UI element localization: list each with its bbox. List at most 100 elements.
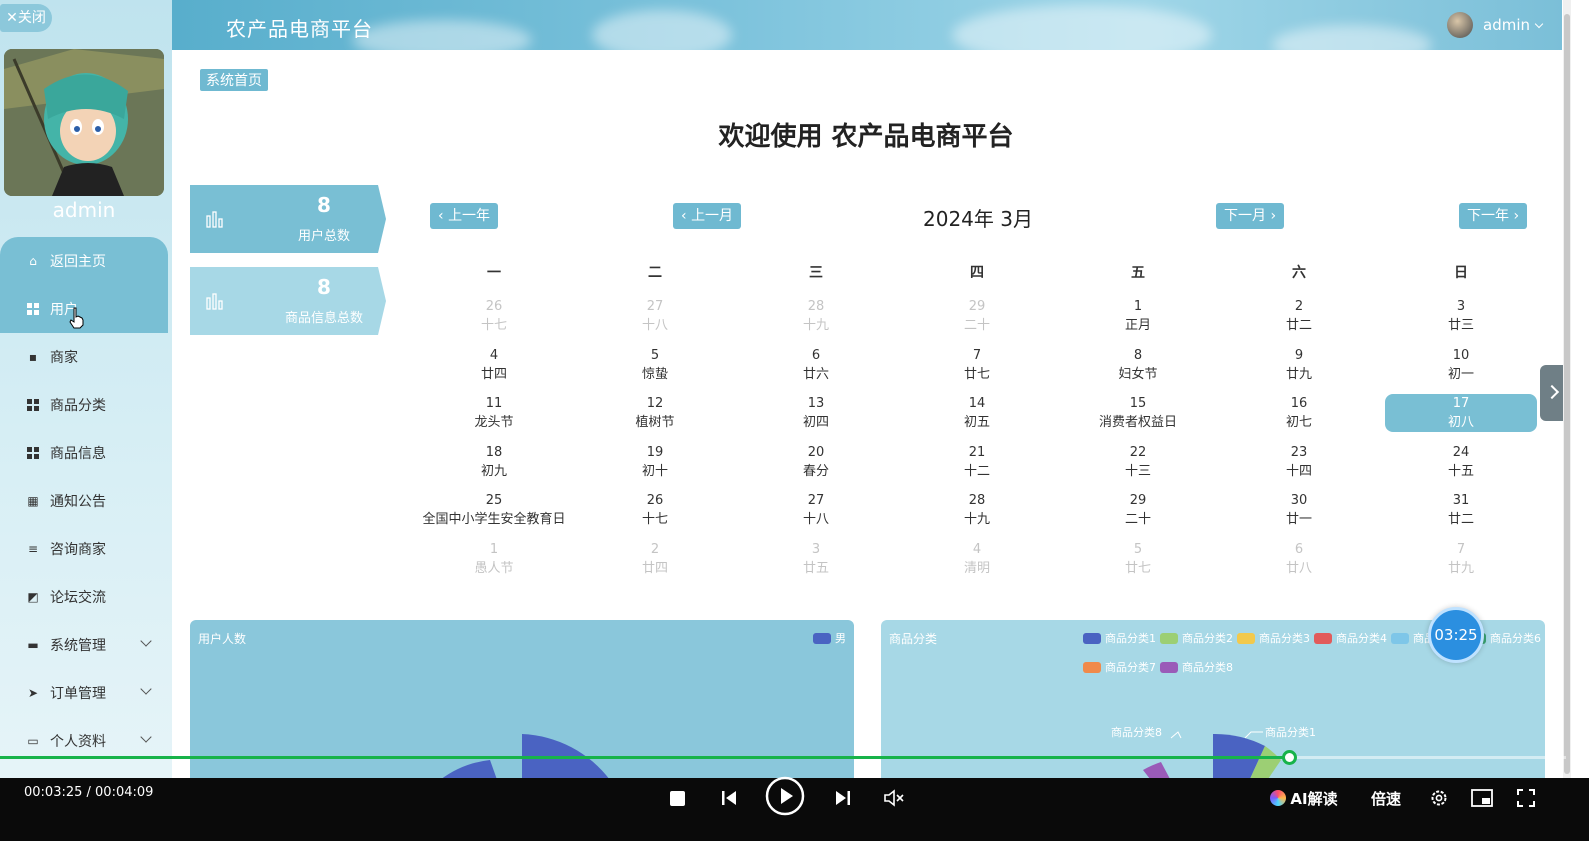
menu-item-users[interactable]: 用户 <box>0 285 168 333</box>
video-time: 00:03:25 / 00:04:09 <box>24 785 154 800</box>
chevron-down-icon <box>140 635 152 647</box>
timer-bubble[interactable]: 03:25 <box>1428 607 1484 663</box>
sidebar-menu: ⌂ 返回主页 用户 ▪ 商家 商品分类 商品信息 ▦ 通知公告 ≡ 咨询商家 ◩… <box>0 237 168 765</box>
next-month-button[interactable]: 下一月 › <box>1216 203 1285 229</box>
menu-item-merchants[interactable]: ▪ 商家 <box>0 333 168 381</box>
pie-slice[interactable] <box>522 734 610 784</box>
calendar-day[interactable]: 18 初九 <box>418 443 570 481</box>
calendar-day[interactable]: 29 二十 <box>901 297 1053 335</box>
breadcrumb[interactable]: 系统首页 <box>200 69 268 91</box>
next-month-label: 下一月 <box>1224 208 1266 224</box>
calendar-day[interactable]: 2 廿二 <box>1223 297 1375 335</box>
weekday-header: 一 <box>487 265 501 281</box>
calendar-day[interactable]: 6 廿六 <box>740 346 892 384</box>
prev-month-button[interactable]: ‹ 上一月 <box>673 203 742 229</box>
calendar-day[interactable]: 7 廿七 <box>901 346 1053 384</box>
calendar-day[interactable]: 14 初五 <box>901 394 1053 432</box>
calendar-day[interactable]: 13 初四 <box>740 394 892 432</box>
lunar-label: 廿九 <box>1285 366 1312 382</box>
calendar-day[interactable]: 22 十三 <box>1062 443 1214 481</box>
prev-month-label: 上一月 <box>691 208 734 224</box>
menu-item-products[interactable]: 商品信息 <box>0 429 168 477</box>
menu-item-consult[interactable]: ≡ 咨询商家 <box>0 525 168 573</box>
lunar-label: 十二 <box>963 463 990 479</box>
calendar-day[interactable]: 16 初七 <box>1223 394 1375 432</box>
calendar-day[interactable]: 3 廿五 <box>740 540 892 578</box>
lunar-label: 二十 <box>1124 512 1151 527</box>
calendar-day[interactable]: 31 廿二 <box>1385 491 1537 529</box>
day-number: 2 <box>1294 299 1304 314</box>
menu-item-system[interactable]: ▬ 系统管理 <box>0 621 168 669</box>
lunar-label: 清明 <box>963 560 990 576</box>
mute-button[interactable] <box>882 786 906 810</box>
calendar-day[interactable]: 19 初十 <box>579 443 731 481</box>
play-icon <box>765 776 805 816</box>
calendar-day[interactable]: 24 十五 <box>1385 443 1537 481</box>
close-sidebar-button[interactable]: ✕关闭 <box>0 4 52 32</box>
day-number: 22 <box>1129 444 1147 460</box>
calendar-day[interactable]: 29 二十 <box>1062 491 1214 529</box>
user-menu[interactable]: admin <box>1447 12 1544 38</box>
scrollbar-thumb[interactable] <box>1564 14 1570 774</box>
lunar-label: 十八 <box>641 318 668 333</box>
play-button[interactable] <box>765 776 805 816</box>
calendar-day[interactable]: 17 初八 <box>1385 394 1537 432</box>
calendar-day[interactable]: 23 十四 <box>1223 443 1375 481</box>
calendar-day[interactable]: 10 初一 <box>1385 346 1537 384</box>
menu-item-orders[interactable]: ➤ 订单管理 <box>0 669 168 717</box>
calendar-day[interactable]: 20 春分 <box>740 443 892 481</box>
calendar-day[interactable]: 5 惊蛰 <box>579 346 731 384</box>
lunar-label: 初一 <box>1447 366 1474 382</box>
menu-item-categories[interactable]: 商品分类 <box>0 381 168 429</box>
calendar-day[interactable]: 11 龙头节 <box>418 394 570 432</box>
calendar-day[interactable]: 30 廿一 <box>1223 491 1375 529</box>
calendar-day[interactable]: 4 廿四 <box>418 346 570 384</box>
day-number: 30 <box>1290 493 1308 508</box>
calendar-day[interactable]: 28 十九 <box>740 297 892 335</box>
calendar-day[interactable]: 4 清明 <box>901 540 1053 578</box>
calendar-day[interactable]: 5 廿七 <box>1062 540 1214 578</box>
menu-item-notices[interactable]: ▦ 通知公告 <box>0 477 168 525</box>
calendar-day[interactable]: 15 消费者权益日 <box>1062 394 1214 432</box>
calendar-day[interactable]: 2 廿四 <box>579 540 731 578</box>
calendar-day[interactable]: 1 正月 <box>1062 297 1214 335</box>
calendar-day[interactable]: 12 植树节 <box>579 394 731 432</box>
calendar-day[interactable]: 27 十八 <box>740 491 892 529</box>
picture-in-picture-button[interactable] <box>1471 786 1493 810</box>
calendar-day[interactable]: 21 十二 <box>901 443 1053 481</box>
menu-item-home[interactable]: ⌂ 返回主页 <box>0 237 168 285</box>
speed-button[interactable]: 倍速 <box>1368 786 1404 810</box>
header-username: admin <box>1483 16 1530 34</box>
calendar-day[interactable]: 27 十八 <box>579 297 731 335</box>
calendar-day[interactable]: 26 十七 <box>418 297 570 335</box>
calendar-day[interactable]: 6 廿八 <box>1223 540 1375 578</box>
prev-year-button[interactable]: ‹ 上一年 <box>430 203 499 229</box>
day-number: 19 <box>646 444 664 460</box>
previous-button[interactable] <box>718 786 740 810</box>
grid9-icon: ▦ <box>27 494 39 508</box>
stop-button[interactable] <box>668 786 686 810</box>
ai-logo-icon <box>1270 790 1287 806</box>
home-icon: ⌂ <box>29 254 37 268</box>
video-progress-handle[interactable] <box>1281 750 1297 765</box>
ai-interpret-button[interactable]: AI解读 <box>1266 786 1342 810</box>
calendar-day[interactable]: 9 廿九 <box>1223 346 1375 384</box>
calendar-day[interactable]: 3 廿三 <box>1385 297 1537 335</box>
calendar-day[interactable]: 7 廿九 <box>1385 540 1537 578</box>
next-year-button[interactable]: 下一年 › <box>1459 203 1528 229</box>
calendar-day[interactable]: 25 全国中小学生安全教育日 <box>418 491 570 529</box>
fullscreen-button[interactable] <box>1515 786 1537 810</box>
lunar-label: 十九 <box>963 512 990 527</box>
calendar-day[interactable]: 26 十七 <box>579 491 731 529</box>
calendar-day[interactable]: 8 妇女节 <box>1062 346 1214 384</box>
calendar-day[interactable]: 28 十九 <box>901 491 1053 529</box>
lunar-label: 廿一 <box>1285 512 1312 527</box>
chevron-down-icon <box>1534 19 1544 28</box>
menu-label: 个人资料 <box>50 734 106 750</box>
close-label: 关闭 <box>17 10 46 26</box>
next-button[interactable] <box>832 786 854 810</box>
menu-item-forum[interactable]: ◩ 论坛交流 <box>0 573 168 621</box>
lunar-label: 廿二 <box>1285 318 1312 333</box>
settings-button[interactable] <box>1428 786 1450 810</box>
calendar-day[interactable]: 1 愚人节 <box>418 540 570 578</box>
